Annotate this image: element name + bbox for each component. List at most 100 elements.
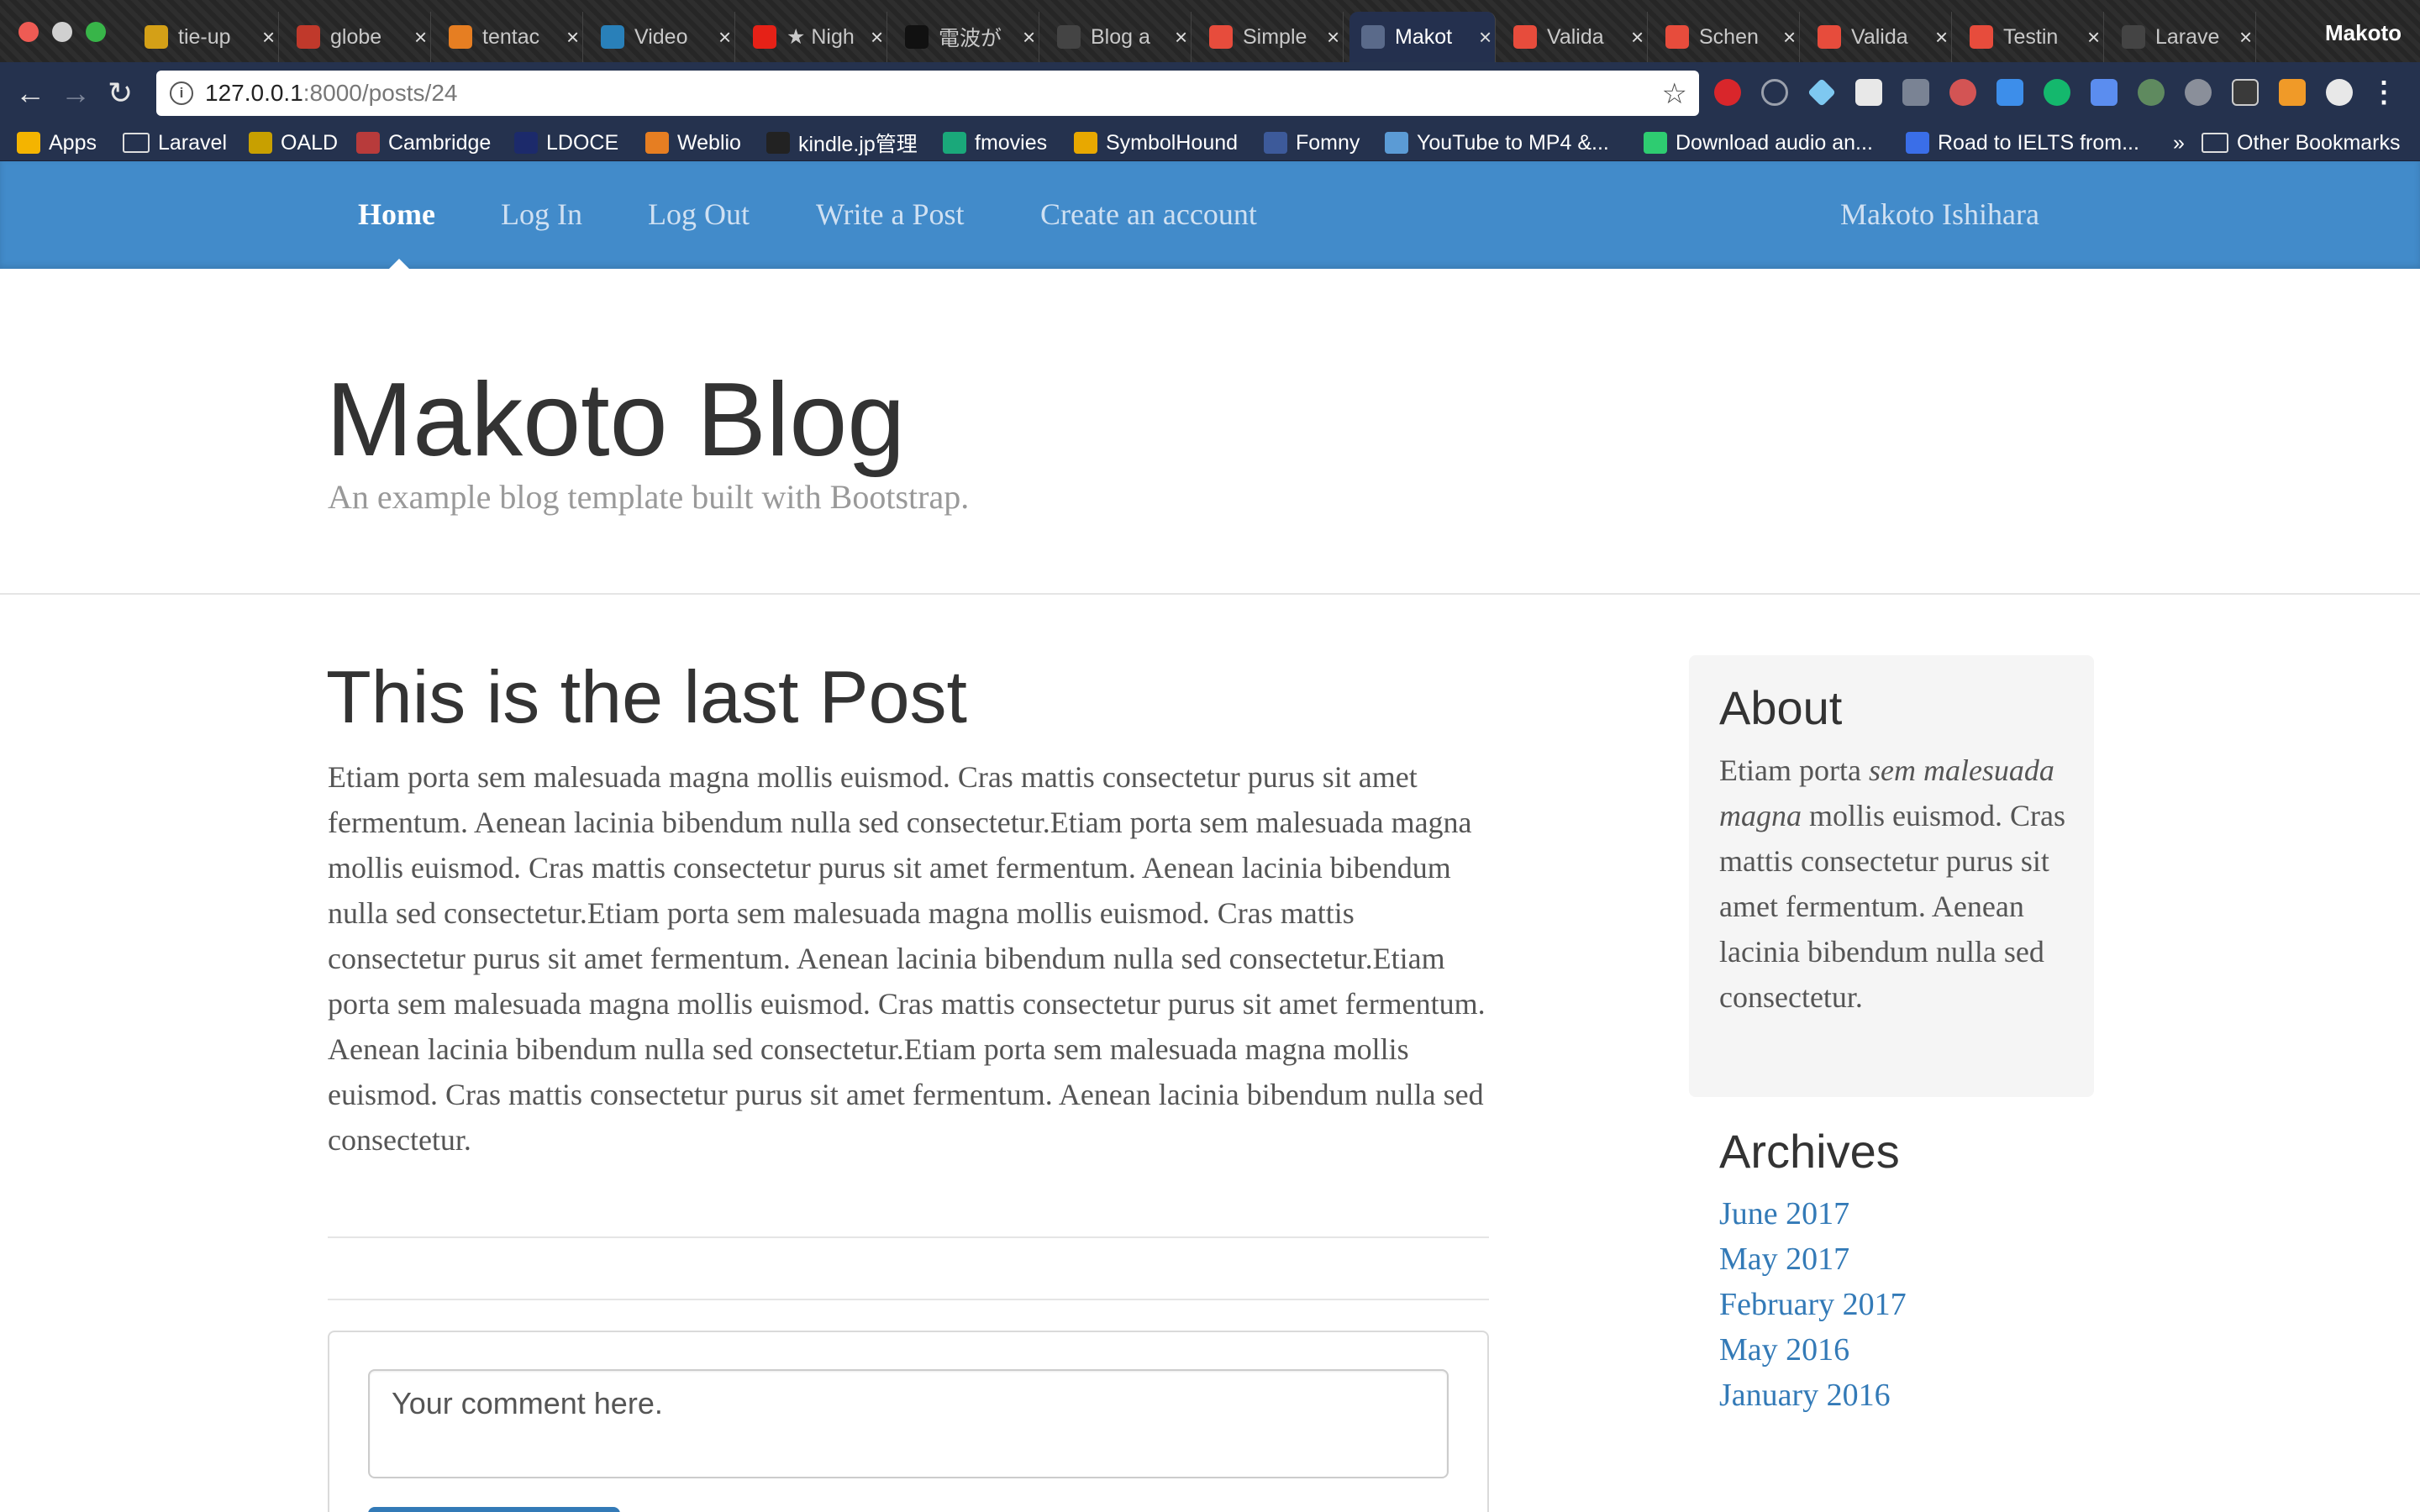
tab-label: Simple — [1243, 24, 1307, 49]
screen-extension-icon[interactable] — [2232, 79, 2259, 106]
tab-close-icon[interactable]: × — [566, 24, 579, 50]
recycle-extension-icon[interactable] — [2138, 79, 2165, 106]
post-divider — [328, 1236, 1489, 1238]
archive-link[interactable]: January 2016 — [1719, 1378, 1891, 1413]
grammarly-icon[interactable] — [2044, 79, 2070, 106]
archive-link[interactable]: May 2016 — [1719, 1332, 1849, 1368]
tab-close-icon[interactable]: × — [2239, 24, 2252, 50]
tab-favicon-icon — [297, 25, 320, 49]
bookmarks-overflow-button[interactable]: » — [2173, 129, 2185, 156]
weblio-icon — [645, 132, 669, 154]
extension-circle-icon[interactable] — [1761, 79, 1788, 106]
comment-textarea[interactable] — [368, 1369, 1449, 1478]
adblock-icon[interactable] — [1714, 79, 1741, 106]
tab-close-icon[interactable]: × — [1783, 24, 1796, 50]
tab-close-icon[interactable]: × — [414, 24, 427, 50]
bookmark-item[interactable]: Road to IELTS from... — [1906, 129, 2139, 156]
browser-toolbar: ← → ↻ i 127.0.0.1:8000/posts/24 ☆ ⋮ — [0, 62, 2420, 124]
rocket-icon — [1644, 132, 1667, 154]
header-divider — [0, 593, 2420, 595]
tab-close-icon[interactable]: × — [1327, 24, 1339, 50]
tab-close-icon[interactable]: × — [1479, 24, 1491, 50]
bookmark-star-icon[interactable]: ☆ — [1662, 77, 1687, 111]
bookmark-item[interactable]: SymbolHound — [1074, 129, 1238, 156]
bookmark-item[interactable]: Download audio an... — [1644, 129, 1873, 156]
profile-name[interactable]: Makoto — [2325, 20, 2402, 46]
comment-submit-button[interactable] — [368, 1507, 620, 1512]
forward-arrow-icon[interactable]: → — [60, 77, 91, 109]
nav-create-account[interactable]: Create an account — [1040, 197, 1257, 232]
bookmark-label: OALD — [281, 130, 339, 155]
tab-close-icon[interactable]: × — [1935, 24, 1948, 50]
browser-tab[interactable]: Video × — [589, 12, 735, 62]
about-title: About — [1719, 681, 1843, 734]
browser-tab[interactable]: Blog a × — [1045, 12, 1192, 62]
browser-tab[interactable]: Valida × — [1502, 12, 1648, 62]
window-close-button[interactable] — [18, 22, 39, 42]
browser-tab[interactable]: globe × — [285, 12, 431, 62]
speed-extension-icon[interactable] — [2185, 79, 2212, 106]
back-arrow-icon[interactable]: ← — [15, 77, 45, 109]
tab-close-icon[interactable]: × — [262, 24, 275, 50]
profile-extension-icon[interactable] — [2326, 79, 2353, 106]
bookmark-item[interactable]: Apps — [17, 129, 97, 156]
archive-link[interactable]: June 2017 — [1719, 1196, 1849, 1231]
info-icon[interactable]: i — [170, 81, 193, 105]
bookmark-item[interactable]: LDOCE — [514, 129, 618, 156]
browser-tab[interactable]: Valida × — [1806, 12, 1952, 62]
nav-write-post[interactable]: Write a Post — [816, 197, 965, 232]
page-extension-icon[interactable] — [1855, 79, 1882, 106]
bookmark-item[interactable]: Weblio — [645, 129, 741, 156]
browser-tab[interactable]: Larave × — [2110, 12, 2256, 62]
browser-tab[interactable]: Schen × — [1654, 12, 1800, 62]
tab-favicon-icon — [1057, 25, 1081, 49]
mail-extension-icon[interactable] — [1902, 79, 1929, 106]
bookmark-item[interactable]: Fomny — [1264, 129, 1360, 156]
bookmark-label: fmovies — [975, 130, 1048, 155]
comment-form-card — [328, 1331, 1489, 1512]
bookmark-item[interactable]: Laravel — [123, 129, 227, 156]
tab-close-icon[interactable]: × — [1023, 24, 1035, 50]
bookmark-item[interactable]: YouTube to MP4 &... — [1385, 129, 1609, 156]
browser-tab[interactable]: Makot × — [1349, 12, 1496, 62]
evernote-icon[interactable] — [1949, 79, 1976, 106]
diamond-extension-icon[interactable] — [1807, 78, 1836, 107]
nav-login[interactable]: Log In — [501, 197, 582, 232]
archive-link[interactable]: May 2017 — [1719, 1242, 1849, 1277]
bookmark-item[interactable]: Cambridge — [356, 129, 491, 156]
tab-close-icon[interactable]: × — [718, 24, 731, 50]
tab-close-icon[interactable]: × — [2087, 24, 2100, 50]
browser-tab[interactable]: Simple × — [1197, 12, 1344, 62]
browser-tab[interactable]: tentac × — [437, 12, 583, 62]
window-minimize-button[interactable] — [52, 22, 72, 42]
bookmark-item[interactable]: OALD — [249, 129, 338, 156]
tab-close-icon[interactable]: × — [871, 24, 883, 50]
cambridge-icon — [356, 132, 380, 154]
bookmark-extension-icon[interactable] — [2091, 79, 2118, 106]
bookmark-item[interactable]: Other Bookmarks — [2202, 129, 2401, 156]
tab-label: Testin — [2003, 24, 2059, 49]
bookmark-item[interactable]: kindle.jp管理 — [766, 129, 918, 156]
window-maximize-button[interactable] — [86, 22, 106, 42]
browser-tab[interactable]: Testin × — [1958, 12, 2104, 62]
reload-icon[interactable]: ↻ — [108, 77, 133, 109]
address-bar[interactable]: i 127.0.0.1:8000/posts/24 ☆ — [156, 71, 1699, 116]
browser-tab[interactable]: tie-up × — [133, 12, 279, 62]
bookmark-item[interactable]: fmovies — [943, 129, 1047, 156]
tab-label: Video — [634, 24, 688, 49]
youtube-mp4-icon — [1385, 132, 1408, 154]
folder-icon — [123, 133, 150, 153]
browser-tab[interactable]: 電波が × — [893, 12, 1039, 62]
bookmark-label: Road to IELTS from... — [1938, 130, 2139, 155]
tab-close-icon[interactable]: × — [1175, 24, 1187, 50]
browser-menu-icon[interactable]: ⋮ — [2370, 76, 2398, 109]
nav-home[interactable]: Home — [358, 197, 435, 232]
cloud-extension-icon[interactable] — [1996, 79, 2023, 106]
nav-user-name[interactable]: Makoto Ishihara — [1840, 197, 2039, 232]
bookmarks-bar: Apps Laravel OALD Cambridge LDOCE Weblio kindl… — [0, 124, 2420, 161]
chart-extension-icon[interactable] — [2279, 79, 2306, 106]
archive-link[interactable]: February 2017 — [1719, 1287, 1907, 1322]
tab-close-icon[interactable]: × — [1631, 24, 1644, 50]
browser-tab[interactable]: ★ Nigh × — [741, 12, 887, 62]
nav-logout[interactable]: Log Out — [648, 197, 750, 232]
